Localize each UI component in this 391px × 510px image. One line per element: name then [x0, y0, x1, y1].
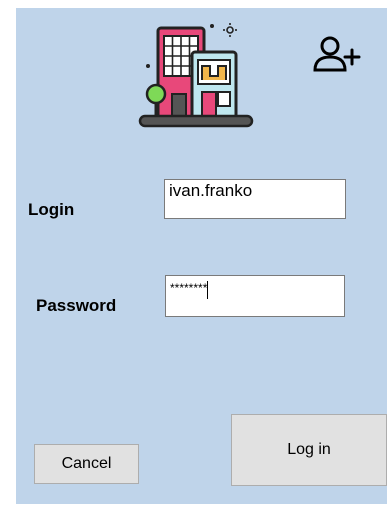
login-form: Login ivan.franko Password ******** Canc… — [16, 8, 387, 504]
login-button[interactable]: Log in — [231, 414, 387, 486]
login-input[interactable]: ivan.franko — [164, 179, 346, 219]
login-button-label: Log in — [287, 441, 331, 458]
text-caret — [207, 281, 209, 299]
cancel-button[interactable]: Cancel — [34, 444, 139, 484]
add-user-icon[interactable] — [312, 30, 364, 82]
login-label: Login — [28, 200, 75, 219]
password-input-value: ******** — [170, 281, 208, 295]
city-buildings-icon — [136, 14, 258, 136]
password-input[interactable]: ******** — [165, 275, 345, 317]
password-label: Password — [36, 296, 117, 315]
cancel-button-label: Cancel — [61, 455, 112, 472]
login-input-value: ivan.franko — [169, 181, 253, 200]
